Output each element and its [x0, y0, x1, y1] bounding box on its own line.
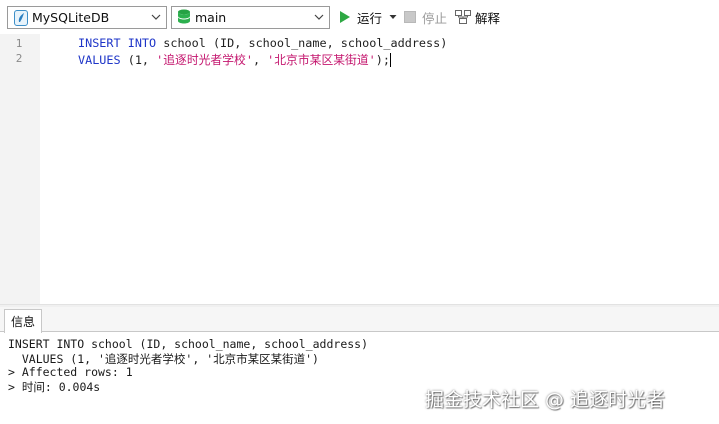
run-label: 运行: [357, 10, 383, 26]
connection-select[interactable]: MySQLiteDB: [7, 6, 167, 29]
explain-label: 解释: [475, 10, 501, 26]
connection-icon: [14, 9, 28, 26]
code-line[interactable]: INSERT INTO school (ID, school_name, sch…: [78, 36, 447, 50]
message-line: > Affected rows: 1: [8, 365, 133, 379]
code-text: school (ID, school_name, school_address): [156, 36, 448, 50]
play-icon: [340, 11, 350, 23]
database-value: main: [195, 10, 227, 25]
database-icon: [178, 9, 190, 24]
code-text: ,: [252, 53, 268, 67]
result-tab-bar: 信息: [0, 307, 719, 333]
toolbar: MySQLiteDB main 运行 停止 解释: [0, 0, 719, 34]
sql-keyword: INSERT INTO: [78, 36, 157, 50]
stop-button[interactable]: 停止: [404, 7, 447, 27]
code-line[interactable]: VALUES (1, '追逐时光者学校', '北京市某区某街道');: [78, 51, 391, 68]
sql-string: '北京市某区某街道': [267, 53, 376, 67]
stop-icon: [404, 11, 416, 23]
message-line: > 时间: 0.004s: [8, 380, 101, 394]
run-button[interactable]: 运行: [339, 7, 397, 27]
explain-icon: [455, 10, 471, 24]
sql-keyword: VALUES: [78, 53, 121, 67]
message-line: INSERT INTO school (ID, school_name, sch…: [8, 337, 369, 351]
chevron-down-icon: [314, 14, 324, 20]
stop-label: 停止: [422, 10, 448, 26]
code-text: (1,: [120, 53, 157, 67]
text-caret: [389, 53, 391, 67]
code-text: );: [375, 53, 390, 67]
line-number-gutter: 1 2: [0, 34, 40, 304]
connection-value: MySQLiteDB: [32, 10, 110, 25]
line-number: 2: [15, 52, 23, 65]
sql-string: '追逐时光者学校': [156, 53, 253, 67]
watermark: 掘金技术社区 @ 追逐时光者: [425, 389, 666, 411]
caret-down-icon[interactable]: [389, 13, 397, 21]
tab-message[interactable]: 信息: [4, 309, 42, 333]
chevron-down-icon: [151, 14, 161, 20]
line-number: 1: [15, 37, 23, 50]
sql-editor[interactable]: 1 2 INSERT INTO school (ID, school_name,…: [0, 34, 719, 304]
database-select[interactable]: main: [171, 6, 330, 29]
explain-button[interactable]: 解释: [455, 7, 500, 27]
